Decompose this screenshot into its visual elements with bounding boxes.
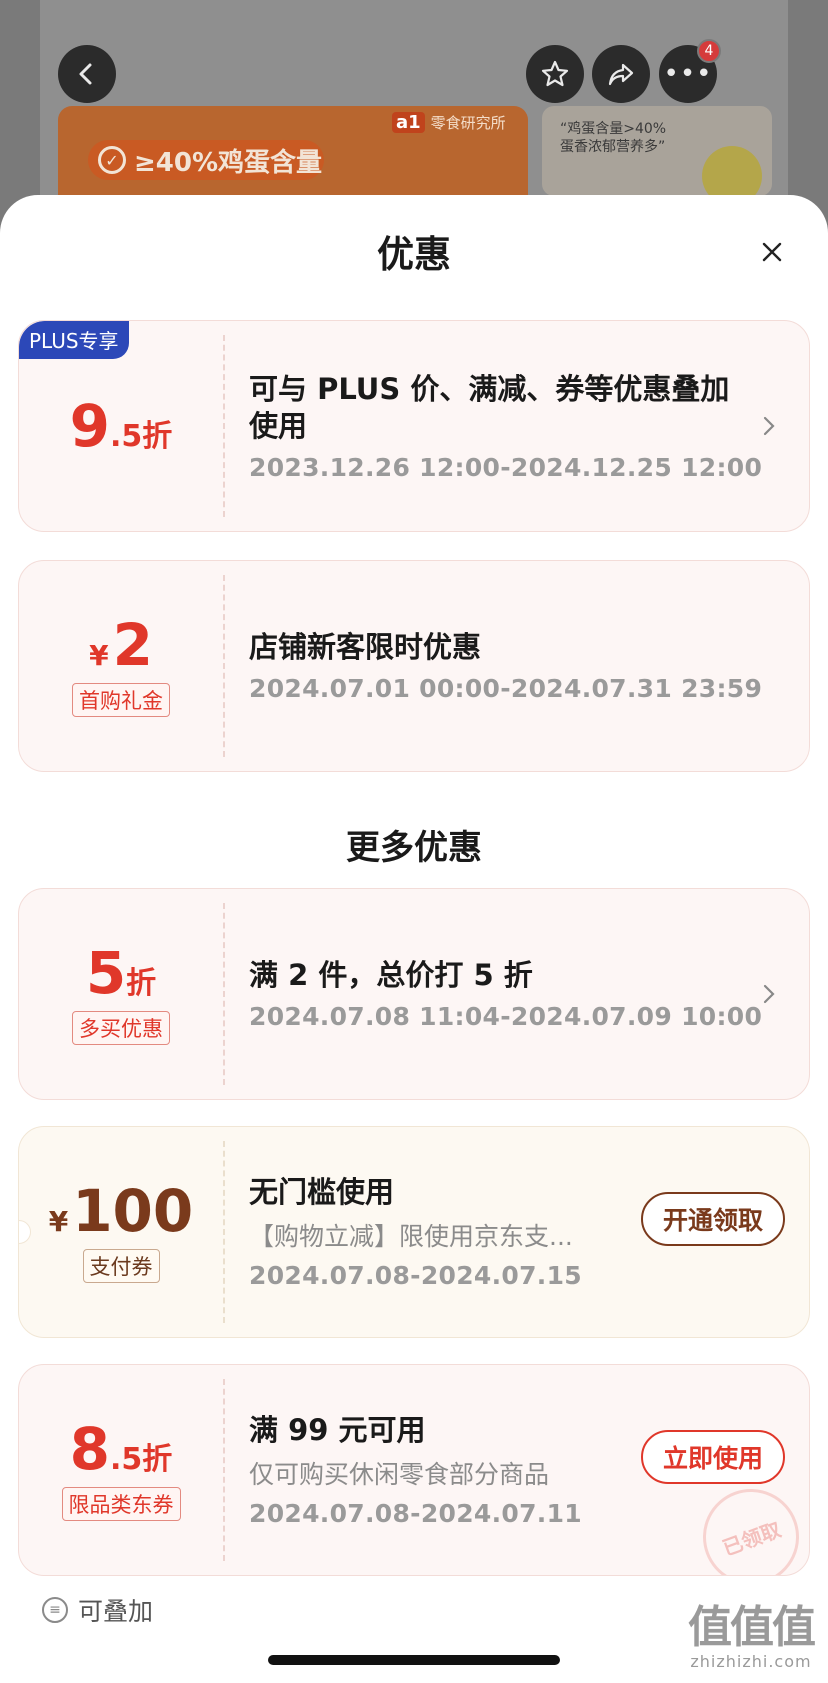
coupon-type-tag: 限品类东券 xyxy=(61,1487,181,1521)
coupon-date: 2024.07.01 00:00-2024.07.31 23:59 xyxy=(249,674,763,703)
coupon-value: ¥ 100 支付券 xyxy=(19,1127,223,1337)
product-quote-card: “鸡蛋含量>40% 蛋香浓郁营养多” xyxy=(542,106,772,206)
stack-icon: ≡ xyxy=(42,1597,68,1623)
coupon-plus[interactable]: PLUS专享 9 .5折 可与 PLUS 价、满减、券等优惠叠加使用 2023.… xyxy=(18,320,810,532)
stackable-label: 可叠加 xyxy=(78,1597,154,1626)
coupon-value: 5 折 多买优惠 xyxy=(19,889,223,1099)
more-discounts-heading: 更多优惠 xyxy=(346,828,482,868)
coupon-date: 2024.07.08 11:04-2024.07.09 10:00 xyxy=(249,1002,763,1031)
coupon-description: 【购物立减】限使用京东支... xyxy=(249,1222,573,1251)
currency-symbol: ¥ xyxy=(48,1205,69,1238)
amount-unit: 折 xyxy=(126,966,157,1001)
amount-number: 8 xyxy=(69,1415,111,1483)
share-button[interactable] xyxy=(592,45,650,103)
coupon-info: 店铺新客限时优惠 2024.07.01 00:00-2024.07.31 23:… xyxy=(249,561,809,771)
coupon-title: 满 2 件，总价打 5 折 xyxy=(249,958,533,992)
amount-number: 100 xyxy=(72,1177,194,1245)
close-button[interactable] xyxy=(752,232,792,272)
amount-unit: .5折 xyxy=(110,1442,173,1477)
coupon-amount: 9 .5折 xyxy=(70,396,173,456)
coupon-divider xyxy=(223,1141,225,1323)
coupon-date: 2024.07.08-2024.07.15 xyxy=(249,1261,582,1290)
coupon-type-tag: 支付券 xyxy=(82,1249,160,1283)
brand-logo: a1 零食研究所 xyxy=(392,112,506,133)
amount-number: 5 xyxy=(85,939,127,1007)
coupon-category[interactable]: 8 .5折 限品类东券 满 99 元可用 仅可购买休闲零食部分商品 2024.0… xyxy=(18,1364,810,1576)
share-icon xyxy=(608,63,634,86)
amount-unit: .5折 xyxy=(110,419,173,454)
more-icon: ••• xyxy=(663,59,713,89)
coupon-divider xyxy=(223,903,225,1085)
coupon-type-tag: 多买优惠 xyxy=(72,1011,170,1045)
coupon-amount: 5 折 xyxy=(86,943,156,1003)
coupon-description: 仅可购买休闲零食部分商品 xyxy=(249,1460,550,1489)
watermark-logo: 值值值 xyxy=(688,1602,816,1653)
coupon-amount: ¥ 100 xyxy=(49,1181,194,1241)
coupon-divider xyxy=(223,1379,225,1561)
star-icon xyxy=(541,60,569,87)
back-button[interactable] xyxy=(58,45,116,103)
coupon-amount: 8 .5折 xyxy=(70,1419,173,1479)
site-watermark: 值值值 zhizhizhi.com xyxy=(688,1602,816,1672)
activate-claim-button[interactable]: 开通领取 xyxy=(641,1192,785,1246)
coupon-info: 可与 PLUS 价、满减、券等优惠叠加使用 2023.12.26 12:00-2… xyxy=(249,321,809,531)
coupon-info: 满 2 件，总价打 5 折 2024.07.08 11:04-2024.07.0… xyxy=(249,889,809,1099)
egg-content-badge: ✓ ≥40%鸡蛋含量 xyxy=(88,140,324,180)
coupon-value: 8 .5折 限品类东券 xyxy=(19,1365,223,1575)
currency-symbol: ¥ xyxy=(89,639,109,672)
quote-line-1: “鸡蛋含量>40% xyxy=(560,121,667,137)
more-button[interactable]: ••• 4 xyxy=(659,39,721,103)
amount-number: 9 xyxy=(69,392,111,460)
favorite-button[interactable] xyxy=(526,45,584,103)
check-icon: ✓ xyxy=(98,146,126,174)
coupon-amount: ¥ 2 xyxy=(89,615,153,675)
coupon-divider xyxy=(223,335,225,517)
chevron-right-icon xyxy=(757,414,781,438)
coupon-divider xyxy=(223,575,225,757)
use-now-button[interactable]: 立即使用 xyxy=(641,1430,785,1484)
coupon-title: 店铺新客限时优惠 xyxy=(249,630,482,664)
coupon-new-customer[interactable]: ¥ 2 首购礼金 店铺新客限时优惠 2024.07.01 00:00-2024.… xyxy=(18,560,810,772)
coupon-value: ¥ 2 首购礼金 xyxy=(19,561,223,771)
home-indicator[interactable] xyxy=(268,1655,560,1665)
watermark-url: zhizhizhi.com xyxy=(690,1652,812,1671)
coupon-multi-buy[interactable]: 5 折 多买优惠 满 2 件，总价打 5 折 2024.07.08 11:04-… xyxy=(18,888,810,1100)
coupon-date: 2023.12.26 12:00-2024.12.25 12:00 xyxy=(249,452,763,482)
back-icon xyxy=(79,63,92,85)
coupon-payment-voucher[interactable]: ¥ 100 支付券 无门槛使用 【购物立减】限使用京东支... 2024.07.… xyxy=(18,1126,810,1338)
claimed-stamp-text: 已领取 xyxy=(719,1516,784,1560)
amount-number: 2 xyxy=(112,611,153,679)
egg-content-text: ≥40%鸡蛋含量 xyxy=(134,147,323,178)
close-icon xyxy=(762,242,782,262)
sheet-title: 优惠 xyxy=(377,233,451,276)
coupon-type-tag: 首购礼金 xyxy=(72,683,170,717)
brand-logo-mark: a1 xyxy=(392,112,425,133)
notification-badge: 4 xyxy=(697,39,721,63)
brand-logo-text: 零食研究所 xyxy=(430,114,506,132)
coupon-title: 可与 PLUS 价、满减、券等优惠叠加使用 xyxy=(249,371,730,443)
chevron-right-icon xyxy=(757,982,781,1006)
coupon-value: 9 .5折 xyxy=(19,321,223,531)
